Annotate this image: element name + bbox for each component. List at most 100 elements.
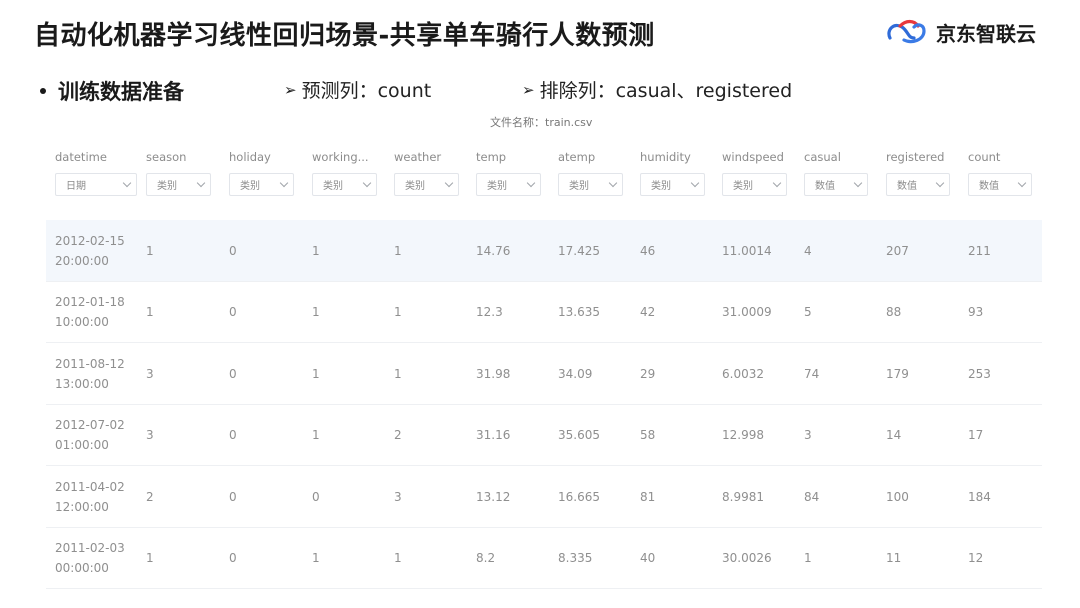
table-cell-registered: 88 (886, 305, 902, 320)
column-type-label: 日期 (66, 181, 86, 192)
table-cell-count: 93 (968, 305, 984, 320)
column-name: registered (886, 150, 945, 164)
table-cell-holiday: 0 (229, 366, 237, 381)
data-table-body: 2012-02-15 20:00:00 1 0 1 1 14.76 17.425 46 11.0… (46, 220, 1042, 589)
chevron-down-icon (690, 178, 700, 188)
table-cell-humidity: 29 (640, 366, 656, 381)
column-name: working... (312, 150, 369, 164)
column-name: datetime (55, 150, 107, 164)
table-cell-humidity: 81 (640, 489, 656, 504)
section-heading: 训练数据准备 (58, 80, 184, 104)
table-cell-registered: 14 (886, 428, 902, 443)
table-cell-temp: 13.12 (476, 489, 511, 504)
column-type-label: 数值 (897, 181, 917, 192)
column-type-select[interactable]: 数值 (886, 173, 950, 196)
logo-icon (887, 19, 926, 44)
table-cell-count: 12 (968, 551, 984, 566)
table-cell-casual: 74 (804, 366, 820, 381)
table-cell-datetime: 2012-07-02 01:00:00 (55, 418, 125, 453)
table-cell-season: 1 (146, 243, 154, 258)
table-row[interactable]: 2012-07-02 01:00:00 3 0 1 2 31.16 35.605 58 12.9… (46, 405, 1042, 466)
column-header-4: weather 类别 (394, 150, 459, 196)
column-name: season (146, 150, 187, 164)
column-header-6: atemp 类别 (558, 150, 623, 196)
table-cell-working: 1 (312, 305, 320, 320)
column-type-select[interactable]: 类别 (722, 173, 787, 196)
table-cell-casual: 1 (804, 551, 812, 566)
column-type-label: 类别 (733, 181, 753, 192)
column-type-label: 类别 (569, 181, 589, 192)
column-type-select[interactable]: 类别 (476, 173, 541, 196)
chevron-down-icon (196, 178, 206, 188)
table-cell-season: 3 (146, 428, 154, 443)
column-type-select[interactable]: 数值 (804, 173, 868, 196)
table-cell-humidity: 40 (640, 551, 656, 566)
table-cell-weather: 2 (394, 428, 402, 443)
column-header-2: holiday 类别 (229, 150, 294, 196)
table-row[interactable]: 2011-02-03 00:00:00 1 0 1 1 8.2 8.335 40 30.0026… (46, 528, 1042, 589)
table-cell-temp: 8.2 (476, 551, 496, 566)
column-name: humidity (640, 150, 691, 164)
excluded-columns-note: ➢ 排除列：casual、registered (522, 76, 792, 103)
table-row[interactable]: 2011-08-12 13:00:00 3 0 1 1 31.98 34.09 29 6.003… (46, 343, 1042, 405)
table-cell-casual: 3 (804, 428, 812, 443)
table-cell-datetime: 2012-01-18 10:00:00 (55, 295, 125, 330)
column-header-7: humidity 类别 (640, 150, 705, 196)
column-type-select[interactable]: 类别 (640, 173, 705, 196)
column-type-select[interactable]: 类别 (229, 173, 294, 196)
column-type-select[interactable]: 类别 (394, 173, 459, 196)
column-name: count (968, 150, 1001, 164)
column-type-select[interactable]: 日期 (55, 173, 137, 196)
table-cell-windspeed: 31.0009 (722, 305, 772, 320)
column-type-label: 类别 (240, 181, 260, 192)
chevron-down-icon (1017, 178, 1027, 188)
logo-text: 京东智联云 (936, 21, 1036, 46)
chevron-down-icon (772, 178, 782, 188)
column-type-label: 数值 (979, 181, 999, 192)
table-cell-working: 0 (312, 489, 320, 504)
column-name: temp (476, 150, 507, 164)
column-type-label: 类别 (651, 181, 671, 192)
table-cell-casual: 5 (804, 305, 812, 320)
column-type-select[interactable]: 类别 (312, 173, 377, 196)
table-cell-windspeed: 11.0014 (722, 243, 772, 258)
target-column-text: 预测列：count (301, 80, 432, 102)
column-header-10: registered 数值 (886, 150, 950, 196)
table-cell-atemp: 13.635 (558, 305, 600, 320)
column-type-select[interactable]: 类别 (558, 173, 623, 196)
table-cell-datetime: 2011-02-03 00:00:00 (55, 541, 125, 576)
table-cell-registered: 179 (886, 366, 909, 381)
table-cell-holiday: 0 (229, 305, 237, 320)
column-type-select[interactable]: 类别 (146, 173, 211, 196)
table-cell-holiday: 0 (229, 428, 237, 443)
table-cell-season: 3 (146, 366, 154, 381)
column-name: casual (804, 150, 841, 164)
column-type-select[interactable]: 数值 (968, 173, 1032, 196)
column-header-8: windspeed 类别 (722, 150, 787, 196)
table-cell-atemp: 34.09 (558, 366, 593, 381)
chevron-down-icon (935, 178, 945, 188)
column-name: windspeed (722, 150, 784, 164)
excluded-columns-text: 排除列：casual、registered (539, 80, 793, 102)
table-cell-datetime: 2011-08-12 13:00:00 (55, 356, 125, 391)
table-cell-temp: 31.16 (476, 428, 511, 443)
table-cell-season: 1 (146, 551, 154, 566)
table-cell-casual: 4 (804, 243, 812, 258)
table-cell-temp: 12.3 (476, 305, 503, 320)
table-cell-holiday: 0 (229, 243, 237, 258)
column-type-label: 数值 (815, 181, 835, 192)
file-name-label: 文件名称：train.csv (490, 116, 593, 129)
table-cell-holiday: 0 (229, 551, 237, 566)
table-row[interactable]: 2012-01-18 10:00:00 1 0 1 1 12.3 13.635 42 31.00… (46, 282, 1042, 343)
column-type-label: 类别 (157, 181, 177, 192)
table-cell-atemp: 17.425 (558, 243, 600, 258)
table-cell-working: 1 (312, 428, 320, 443)
bullet-dot-icon (40, 88, 46, 94)
column-name: holiday (229, 150, 271, 164)
table-cell-weather: 1 (394, 243, 402, 258)
table-cell-count: 17 (968, 428, 984, 443)
table-row[interactable]: 2011-04-02 12:00:00 2 0 0 3 13.12 16.665 81 8.99… (46, 466, 1042, 528)
table-row[interactable]: 2012-02-15 20:00:00 1 0 1 1 14.76 17.425 46 11.0… (46, 220, 1042, 282)
column-header-3: working... 类别 (312, 150, 377, 196)
table-cell-weather: 1 (394, 366, 402, 381)
